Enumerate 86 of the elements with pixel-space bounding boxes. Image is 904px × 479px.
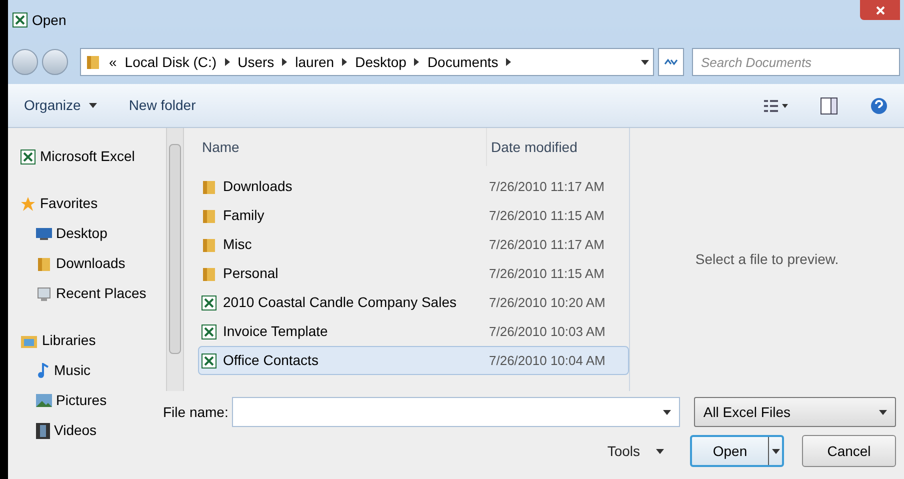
sidebar-item[interactable]: Favorites [40, 193, 98, 214]
file-row[interactable]: Misc 7/26/2010 11:17 AM [198, 230, 629, 259]
file-name-label: File name: [163, 402, 228, 422]
monitor-icon [36, 226, 52, 240]
file-name: Family [223, 206, 264, 225]
breadcrumb[interactable]: lauren [295, 52, 334, 72]
spreadsheet-icon [20, 148, 36, 164]
caret-icon [879, 410, 887, 414]
chevron-icon [506, 58, 512, 66]
sidebar-item[interactable]: Music [54, 360, 91, 381]
date-modified: 7/26/2010 10:04 AM [488, 352, 606, 370]
spreadsheet-icon [201, 352, 217, 368]
file-row[interactable]: Invoice Template 7/26/2010 10:03 AM [198, 317, 629, 346]
spreadsheet-icon [201, 324, 217, 340]
folder-icon [201, 208, 217, 224]
date-modified: 7/26/2010 11:15 AM [488, 206, 604, 225]
column-header[interactable]: Name [198, 136, 486, 158]
sidebar-item[interactable]: Videos [54, 420, 97, 441]
spreadsheet-icon [12, 12, 28, 28]
date-modified: 7/26/2010 10:03 AM [488, 322, 606, 341]
sidebar-item[interactable]: Pictures [56, 390, 107, 411]
close-icon [876, 6, 884, 14]
refresh-icon [664, 56, 678, 68]
breadcrumb[interactable]: Local Disk (C:) [124, 52, 217, 72]
refresh-button[interactable] [658, 48, 684, 76]
file-name-field[interactable] [232, 397, 680, 427]
file-row[interactable]: Downloads 7/26/2010 11:17 AM [198, 172, 629, 201]
date-modified: 7/26/2010 11:15 AM [488, 264, 604, 283]
file-name: 2010 Coastal Candle Company Sales [223, 293, 456, 312]
organize-menu-button[interactable]: Organize [24, 95, 97, 116]
caret-icon [656, 448, 664, 454]
sidebar-item[interactable]: Downloads [56, 253, 126, 274]
sidebar-item[interactable]: Microsoft Excel [40, 146, 135, 167]
file-name: Personal [223, 264, 278, 283]
caret-icon [88, 103, 97, 108]
music-note-icon [36, 362, 50, 378]
preview-message: Select a file to preview. [695, 250, 839, 269]
folder-icon [201, 178, 217, 194]
file-name: Office Contacts [223, 351, 318, 370]
breadcrumb[interactable]: Desktop [355, 52, 406, 72]
file-row[interactable]: Family 7/26/2010 11:15 AM [198, 201, 629, 230]
recent-places-icon [36, 286, 52, 302]
date-modified: 7/26/2010 10:20 AM [488, 294, 606, 312]
file-row[interactable]: 2010 Coastal Candle Company Sales 7/26/2010 10:20 AM [198, 288, 629, 317]
date-modified: 7/26/2010 11:17 AM [488, 236, 604, 254]
new-folder-button[interactable]: New folder [128, 95, 196, 116]
scrollbar[interactable] [166, 128, 184, 391]
breadcrumb[interactable]: Documents [427, 52, 498, 72]
caret-icon [663, 410, 672, 414]
file-type-dropdown[interactable]: All Excel Files [694, 397, 896, 427]
chevron-icon [414, 58, 420, 66]
caret-icon [641, 60, 649, 64]
close-button[interactable] [860, 0, 900, 20]
preview-pane-icon[interactable] [820, 96, 838, 114]
folder-icon [85, 54, 101, 70]
address-bar[interactable]: « Local Disk (C:) Users lauren Desktop Documents [80, 48, 654, 76]
help-icon[interactable] [870, 96, 888, 114]
folder-icon [201, 266, 217, 282]
tools-menu-button[interactable]: Tools [599, 436, 672, 466]
view-options-icon[interactable] [764, 98, 788, 112]
star-icon [20, 196, 36, 212]
file-row[interactable]: Personal 7/26/2010 11:15 AM [198, 259, 629, 288]
film-icon [36, 422, 50, 438]
file-name: Downloads [223, 177, 292, 196]
file-row[interactable]: Office Contacts 7/26/2010 10:04 AM [198, 346, 629, 375]
folder-icon [201, 236, 217, 252]
breadcrumb[interactable]: Users [238, 52, 274, 72]
spreadsheet-icon [201, 294, 217, 310]
sidebar-item[interactable]: Recent Places [56, 283, 146, 304]
folder-icon [36, 256, 52, 272]
search-field[interactable]: Search Documents [692, 48, 900, 76]
file-name: Invoice Template [223, 322, 328, 341]
chevron-icon [282, 58, 288, 66]
breadcrumb[interactable]: « [109, 52, 117, 72]
caret-icon [772, 448, 780, 454]
open-button[interactable]: Open [690, 435, 784, 467]
window-title: Open [32, 10, 66, 30]
file-name: Misc [223, 235, 252, 254]
image-icon [36, 394, 52, 407]
date-modified: 7/26/2010 11:17 AM [488, 178, 604, 196]
cancel-button[interactable]: Cancel [802, 435, 896, 467]
sidebar-item[interactable]: Desktop [56, 223, 108, 244]
chevron-icon [342, 58, 348, 66]
sidebar-item[interactable]: Libraries [42, 330, 96, 351]
chevron-icon [224, 58, 230, 66]
column-header[interactable]: Date modified [486, 128, 629, 166]
